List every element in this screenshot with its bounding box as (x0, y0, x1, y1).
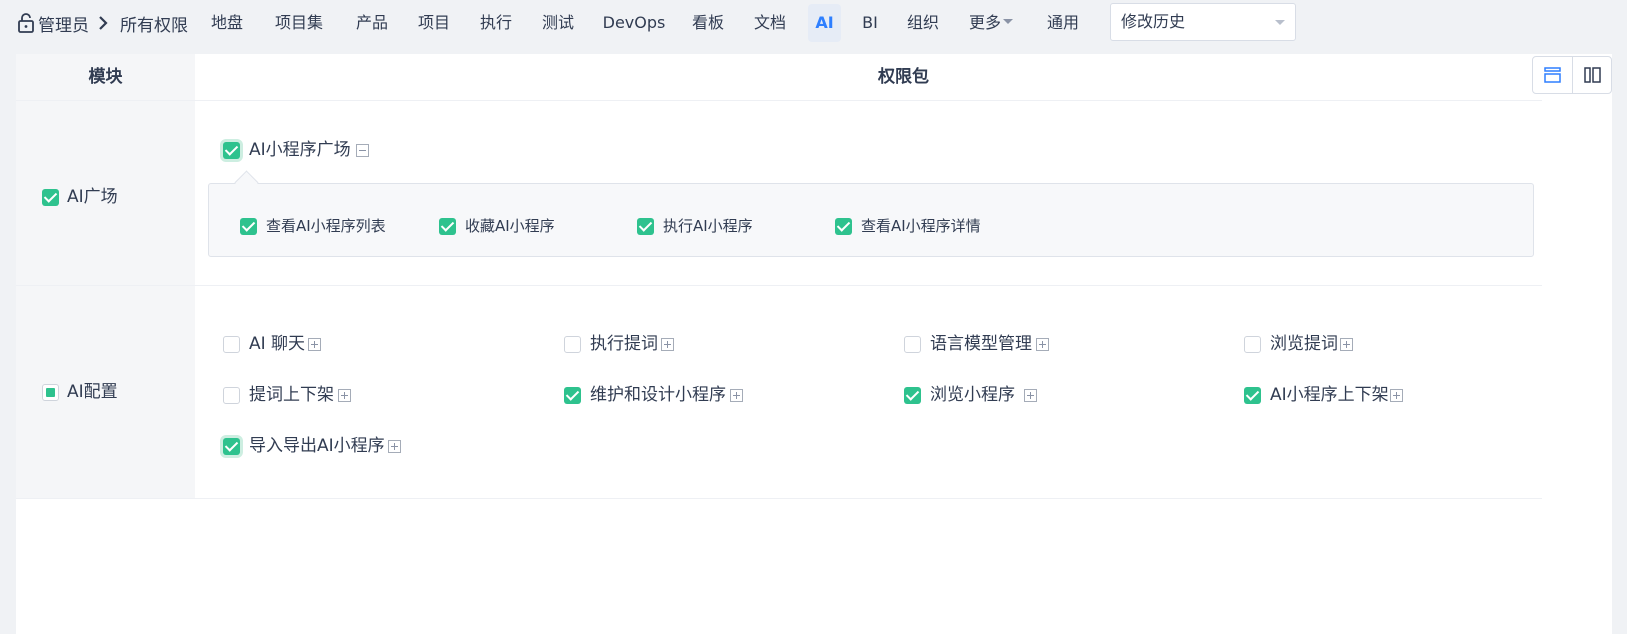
package-checkbox[interactable] (904, 336, 921, 353)
privilege-label: 查看AI小程序详情 (861, 217, 981, 235)
caret-down-icon (1003, 19, 1013, 24)
module-label-ai-square: AI广场 (67, 187, 118, 207)
nav-item-more[interactable]: 更多 (966, 4, 1016, 42)
privilege-checkbox[interactable] (637, 218, 654, 235)
module-column (16, 54, 195, 499)
expand-icon[interactable] (730, 389, 743, 402)
package-header: 权限包 (878, 67, 929, 87)
nav-item-program[interactable]: 项目集 (271, 4, 327, 42)
package-checkbox[interactable] (564, 387, 581, 404)
privilege-label: 查看AI小程序列表 (266, 217, 386, 235)
collapse-icon[interactable] (356, 144, 369, 157)
package-label: AI小程序广场 (249, 140, 351, 160)
privilege-checkbox[interactable] (439, 218, 456, 235)
divider (16, 498, 1542, 499)
expand-icon[interactable] (1036, 338, 1049, 351)
divider (16, 285, 1542, 286)
nav-item-devops[interactable]: DevOps (601, 4, 667, 42)
package-label: 提词上下架 (249, 385, 334, 405)
privilege-label: 收藏AI小程序 (465, 217, 555, 235)
package-checkbox[interactable] (223, 438, 240, 455)
module-checkbox-ai-square[interactable] (42, 189, 59, 206)
package-checkbox-ai-miniprogram-square[interactable] (223, 142, 240, 159)
package-label: 语言模型管理 (930, 334, 1032, 354)
package-checkbox[interactable] (223, 336, 240, 353)
expand-icon[interactable] (1340, 338, 1353, 351)
expand-icon[interactable] (338, 389, 351, 402)
breadcrumb-current[interactable]: 所有权限 (120, 0, 188, 46)
package-label: 执行提词 (590, 334, 658, 354)
nav-more-label: 更多 (968, 13, 1001, 32)
nav-item-kanban[interactable]: 看板 (688, 4, 728, 42)
breadcrumb-root[interactable]: 管理员 (38, 0, 89, 46)
view-toggle (1532, 56, 1612, 94)
chevron-right-icon (99, 16, 108, 30)
caret-down-icon (1275, 20, 1285, 25)
package-label: 导入导出AI小程序 (249, 436, 385, 456)
vertical-layout-button[interactable] (1573, 57, 1612, 93)
package-label: AI小程序上下架 (1270, 385, 1389, 405)
nav-item-project[interactable]: 项目 (414, 4, 454, 42)
nav-item-test[interactable]: 测试 (538, 4, 578, 42)
module-checkbox-ai-config[interactable] (42, 384, 59, 401)
horizontal-layout-icon (1544, 67, 1561, 83)
history-select-value: 修改历史 (1121, 12, 1186, 31)
nav-item-doc[interactable]: 文档 (750, 4, 790, 42)
nav-item-bi[interactable]: BI (858, 4, 882, 42)
privilege-panel: 模块 权限包 AI广场 AI小程序广场 查看AI小程序列表 收藏AI小程序 执行… (16, 54, 1612, 634)
package-checkbox[interactable] (1244, 387, 1261, 404)
nav-item-org[interactable]: 组织 (903, 4, 943, 42)
package-label: 浏览提词 (1270, 334, 1338, 354)
divider (16, 100, 1542, 101)
nav-item-product[interactable]: 产品 (352, 4, 392, 42)
expand-icon[interactable] (1390, 389, 1403, 402)
expand-icon[interactable] (388, 440, 401, 453)
package-checkbox[interactable] (904, 387, 921, 404)
module-header: 模块 (88, 67, 123, 87)
package-label: 浏览小程序 (930, 385, 1015, 405)
horizontal-layout-button[interactable] (1533, 57, 1573, 93)
expand-icon[interactable] (1024, 389, 1037, 402)
history-select[interactable]: 修改历史 (1110, 3, 1296, 41)
nav-item-execution[interactable]: 执行 (476, 4, 516, 42)
top-navigation: 管理员 所有权限 地盘 项目集 产品 项目 执行 测试 DevOps 看板 文档… (0, 0, 1627, 46)
package-label: AI 聊天 (249, 334, 306, 354)
nav-item-ai[interactable]: AI (808, 4, 841, 42)
privilege-checkbox[interactable] (835, 218, 852, 235)
package-label: 维护和设计小程序 (590, 385, 726, 405)
expand-icon[interactable] (661, 338, 674, 351)
expand-icon[interactable] (308, 338, 321, 351)
nav-item-home[interactable]: 地盘 (207, 4, 247, 42)
vertical-layout-icon (1584, 67, 1601, 83)
nav-item-general[interactable]: 通用 (1043, 4, 1083, 42)
privilege-checkbox[interactable] (240, 218, 257, 235)
package-checkbox[interactable] (1244, 336, 1261, 353)
package-checkbox[interactable] (223, 387, 240, 404)
module-label-ai-config: AI配置 (67, 382, 118, 402)
privilege-label: 执行AI小程序 (663, 217, 753, 235)
package-checkbox[interactable] (564, 336, 581, 353)
lock-icon (18, 13, 34, 33)
